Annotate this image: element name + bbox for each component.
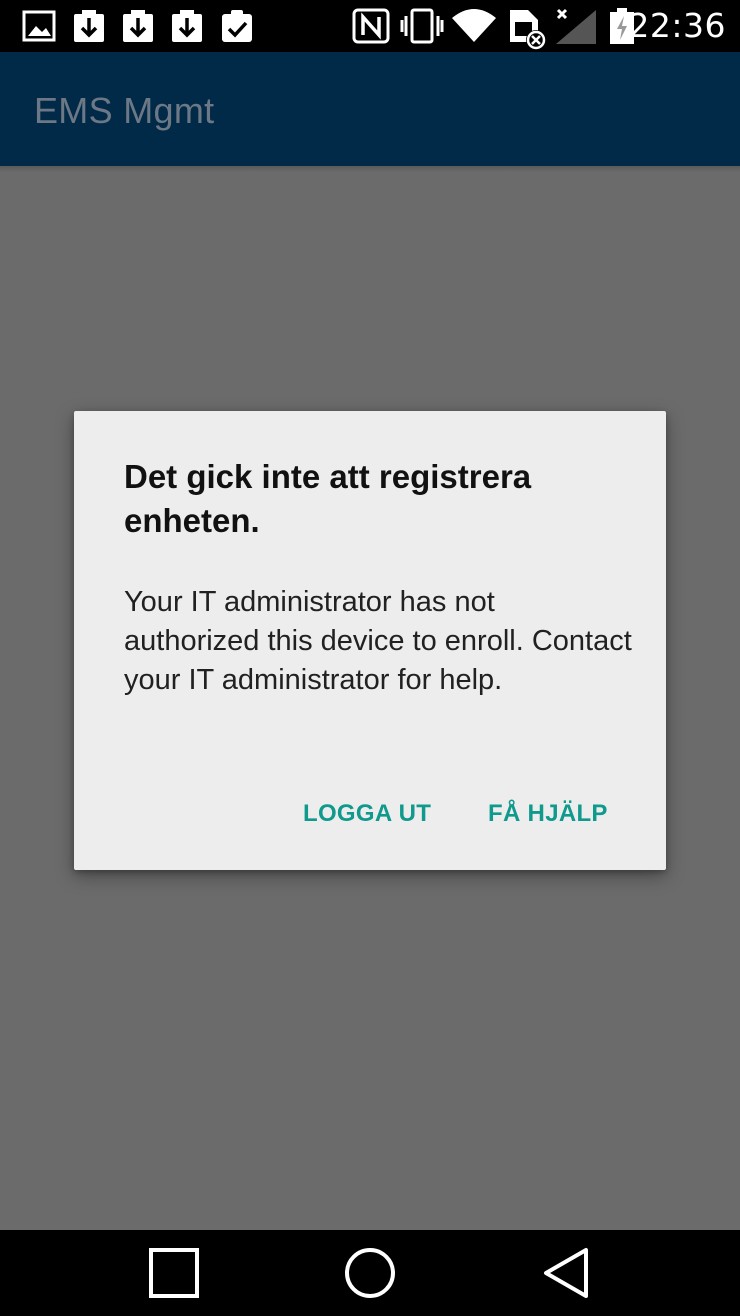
get-help-button[interactable]: FÅ HJÄLP [488,789,608,839]
enrollment-error-dialog: Det gick inte att registrera enheten. Yo… [74,411,666,870]
vibrate-icon [400,8,444,44]
status-clock: 22:36 [628,6,726,45]
status-bar: 22:36 [0,0,740,52]
home-icon[interactable] [340,1246,400,1302]
image-icon [22,8,56,44]
sim-no-signal-icon [506,8,550,50]
dialog-title: Det gick inte att registrera enheten. [124,458,532,539]
app-title: EMS Mgmt [34,90,215,131]
logout-button[interactable]: LOGGA UT [303,789,431,839]
app-bar: EMS Mgmt [0,52,740,166]
clipboard-check-icon [220,8,254,44]
download-icon [72,8,106,44]
download-icon [121,8,155,44]
wifi-icon [451,8,497,44]
navigation-bar [0,1230,740,1316]
back-icon[interactable] [536,1246,596,1302]
recents-icon[interactable] [144,1246,204,1302]
nfc-icon [352,8,390,44]
download-icon [170,8,204,44]
dialog-message: Your IT administrator has not authorized… [124,586,632,696]
signal-off-icon [554,8,600,44]
